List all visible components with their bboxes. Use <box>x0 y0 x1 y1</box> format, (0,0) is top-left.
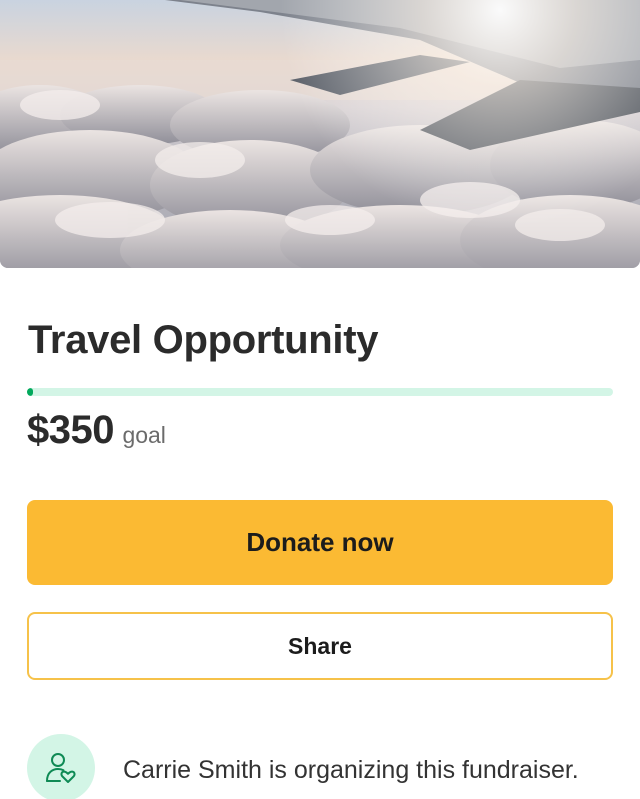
progress-bar <box>27 388 613 396</box>
progress-bar-fill <box>27 388 33 396</box>
organizer-text: Carrie Smith is organizing this fundrais… <box>123 756 579 784</box>
user-heart-icon <box>46 753 76 783</box>
share-button[interactable]: Share <box>27 612 613 680</box>
airplane-wing-photo <box>0 0 640 268</box>
goal-summary: $350 goal <box>27 408 166 453</box>
goal-amount: $350 <box>27 408 114 452</box>
organizer-avatar <box>27 734 95 799</box>
hero-image <box>0 0 640 268</box>
donate-now-button[interactable]: Donate now <box>27 500 613 585</box>
goal-label: goal <box>122 422 166 448</box>
organizer-row: Carrie Smith is organizing this fundrais… <box>27 734 627 799</box>
fundraiser-title: Travel Opportunity <box>28 318 379 362</box>
